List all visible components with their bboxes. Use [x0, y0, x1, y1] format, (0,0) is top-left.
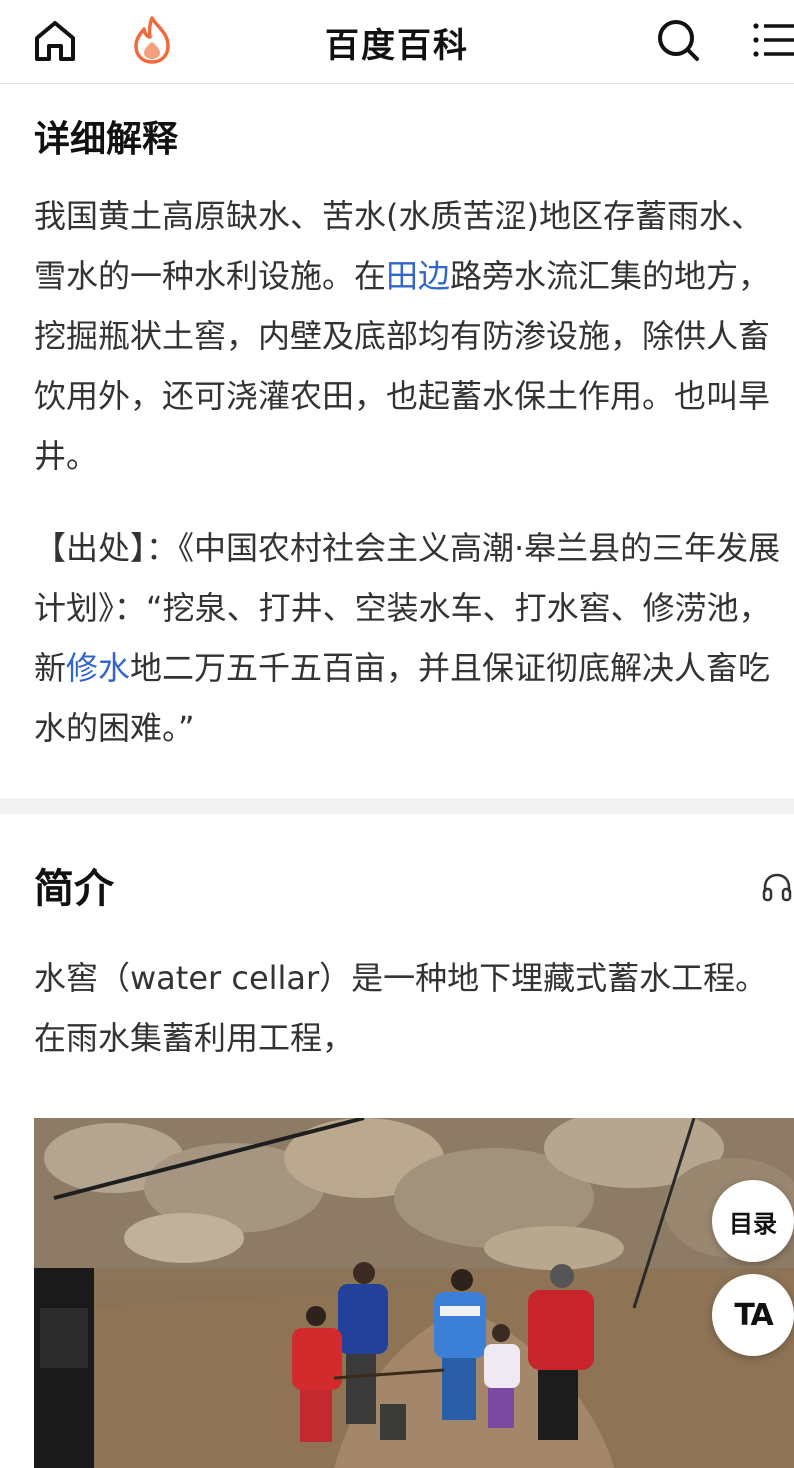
toc-button[interactable]: 目录 [712, 1180, 794, 1262]
intro-paragraph: 水窖（water cellar）是一种地下埋藏式蓄水工程。在雨水集蓄利用工程， [34, 959, 768, 1057]
link-tianbian[interactable]: 田边 [386, 257, 450, 295]
headphone-icon[interactable] [760, 870, 794, 904]
photo-scene [34, 1118, 794, 1468]
intro-heading: 简介 [34, 866, 114, 912]
top-nav-bar: 百度百科 [0, 0, 794, 84]
link-xiushui[interactable]: 修水 [66, 649, 130, 687]
ta-button[interactable]: TA [712, 1274, 794, 1356]
article-photo[interactable] [34, 1118, 794, 1468]
source-text-post: 地二万五千五百亩，并且保证彻底解决人畜吃水的困难。” [34, 649, 771, 747]
menu-icon[interactable] [752, 20, 794, 60]
detail-paragraph: 我国黄土高原缺水、苦水(水质苦涩)地区存蓄雨水、雪水的一种水利设施。在田边路旁水… [34, 186, 794, 486]
source-paragraph: 【出处】：《中国农村社会主义高潮·皋兰县的三年发展计划》：“挖泉、打井、空装水车… [34, 518, 794, 758]
detail-heading: 详细解释 [34, 119, 179, 160]
search-icon[interactable] [654, 16, 702, 64]
section-divider [0, 798, 794, 814]
